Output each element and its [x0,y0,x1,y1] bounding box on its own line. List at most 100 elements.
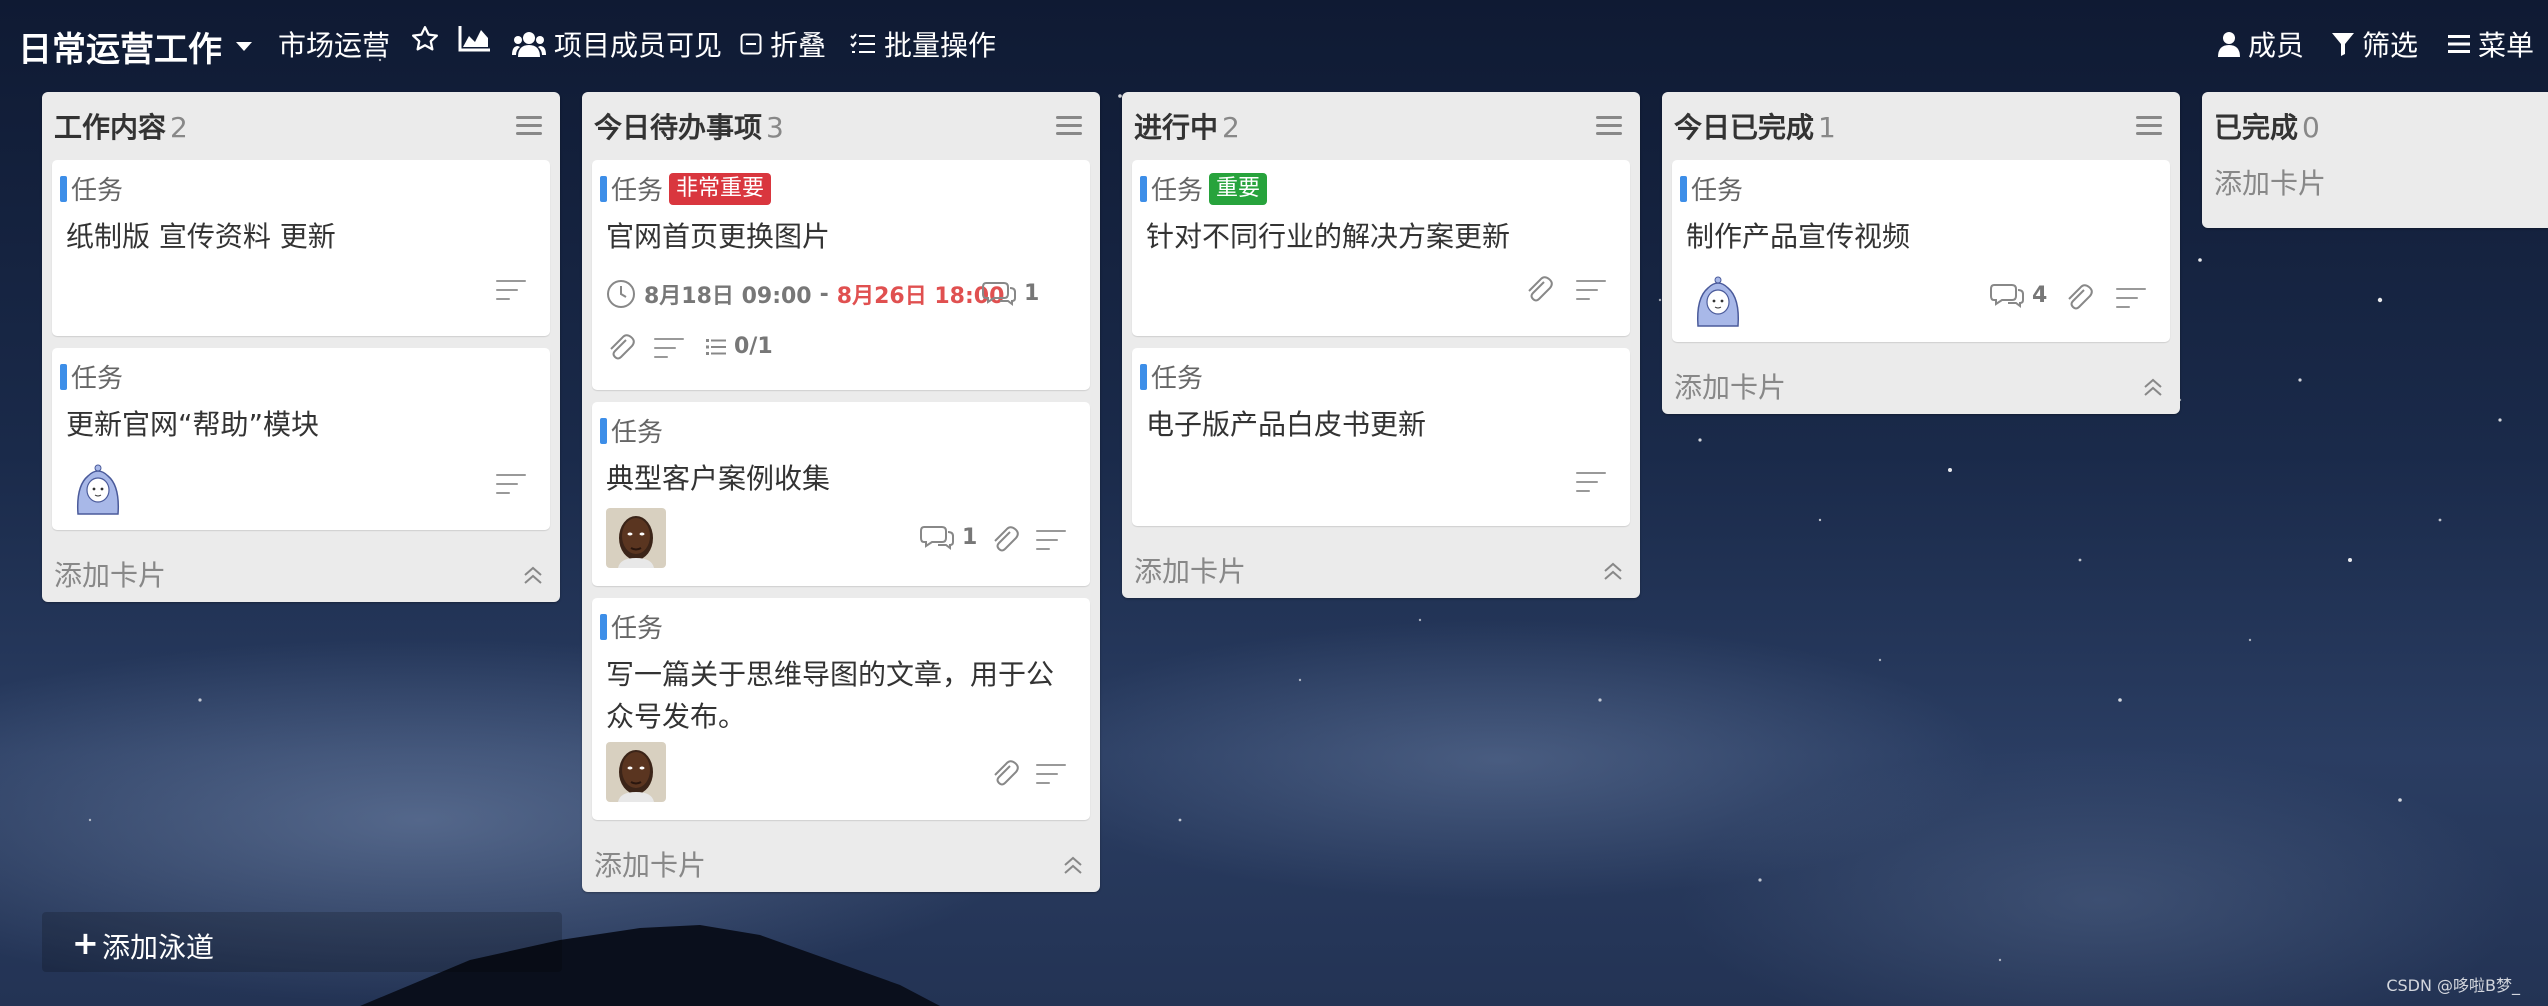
add-card[interactable]: 添加卡片 [1662,354,2180,414]
card-type: 任务 [1680,170,1743,207]
list-menu-icon[interactable] [1056,116,1082,136]
visibility-button[interactable]: 项目成员可见 [512,24,722,64]
task-card[interactable]: 任务 纸制版 宣传资料 更新 [52,160,550,336]
task-card[interactable]: 任务 重要 针对不同行业的解决方案更新 [1132,160,1630,336]
card-type-label: 任务 [71,364,124,394]
project-name[interactable]: 市场运营 [278,24,390,64]
card-title: 更新官网“帮助”模块 [66,408,320,441]
task-card[interactable]: 任务 电子版产品白皮书更新 [1132,348,1630,526]
clock-icon [607,280,635,308]
task-type-marker [1140,175,1147,202]
task-card[interactable]: 任务 写一篇关于思维导图的文章，用于公众号发布。 [592,598,1090,820]
comment-count-value: 1 [1024,280,1040,306]
collapse-up-icon[interactable] [2142,376,2164,398]
card-type-label: 任务 [1151,364,1204,394]
add-card-label: 添加卡片 [1134,555,1247,588]
card-type-label: 任务 [611,614,664,644]
add-card[interactable]: 添加卡片 [42,542,560,602]
description-icon [496,280,526,302]
list-completed-today: 今日已完成 1 任务 制作产品宣传视频 4 添加卡片 [1662,92,2180,414]
star-icon[interactable] [410,24,440,54]
avatar[interactable] [606,508,666,568]
card-title: 针对不同行业的解决方案更新 [1146,220,1511,253]
add-swimlane-button[interactable]: + 添加泳道 [42,912,562,972]
task-type-marker [600,613,607,640]
card-type-label: 任务 [1151,176,1204,206]
collapse-up-icon[interactable] [522,564,544,586]
checklist-badge: 0/1 [706,334,773,359]
list-count: 2 [170,111,188,144]
funnel-icon [2332,33,2354,56]
filter-button[interactable]: 筛选 [2332,24,2418,64]
description-icon [496,474,526,496]
list-menu-icon[interactable] [2136,116,2162,136]
collapse-up-icon[interactable] [1602,560,1624,582]
board-header: 日常运营工作 市场运营 项目成员可见 折叠 批量操作 成员 筛选 菜单 [0,0,2548,92]
card-title: 制作产品宣传视频 [1686,220,1911,253]
add-card-label: 添加卡片 [54,559,167,592]
comment-count-value: 1 [962,524,978,550]
list-title-text: 进行中 [1134,111,1219,144]
task-type-marker [600,175,607,202]
checklist-progress: 0/1 [734,334,773,359]
paperclip-icon [610,334,635,360]
list-title[interactable]: 今日待办事项 3 [594,106,784,146]
task-card[interactable]: 任务 制作产品宣传视频 4 [1672,160,2170,342]
card-title: 电子版产品白皮书更新 [1146,408,1427,441]
description-icon [1036,764,1066,786]
project-name-label: 市场运营 [278,29,391,62]
card-title: 典型客户案例收集 [606,462,831,495]
list-title[interactable]: 今日已完成 1 [1674,106,1836,146]
task-card[interactable]: 任务 非常重要 官网首页更换图片 8月18日 09:00 - 8月26日 18:0… [592,160,1090,390]
list-title[interactable]: 已完成 0 [2214,106,2320,146]
paperclip-icon [994,760,1019,786]
checklist-icon [706,338,726,355]
board-title-dropdown[interactable]: 日常运营工作 [18,22,252,71]
comment-count-value: 4 [2032,282,2048,308]
task-type-marker [60,363,67,390]
list-menu-icon[interactable] [516,116,542,136]
list-in-progress: 进行中 2 任务 重要 针对不同行业的解决方案更新 任务 电子版产品白皮书更新 添加… [1122,92,1640,598]
list-title[interactable]: 进行中 2 [1134,106,1240,146]
filter-label: 筛选 [2362,29,2419,62]
comment-count: 1 [920,524,977,550]
list-menu-icon[interactable] [1596,116,1622,136]
collapse-button[interactable]: 折叠 [740,24,826,64]
list-header: 今日已完成 1 [1662,92,2180,156]
comments-icon [982,282,1016,306]
description-icon [2116,288,2146,310]
card-type-label: 任务 [1691,176,1744,206]
description-icon [1036,530,1066,552]
menu-button[interactable]: 菜单 [2448,24,2534,64]
add-card-label: 添加卡片 [2214,167,2327,200]
batch-operation-button[interactable]: 批量操作 [850,24,996,64]
list-count: 3 [766,111,784,144]
avatar[interactable] [1688,268,1748,328]
plus-icon: + [72,924,99,962]
members-button[interactable]: 成员 [2218,24,2304,64]
list-title-text: 已完成 [2214,111,2299,144]
task-type-marker [1680,175,1687,202]
chart-icon[interactable] [458,24,492,52]
add-card[interactable]: 添加卡片 [1122,538,1640,598]
add-card[interactable]: 添加卡片 [2202,156,2548,228]
avatar[interactable] [68,456,128,516]
collapse-up-icon[interactable] [1062,854,1084,876]
add-card[interactable]: 添加卡片 [582,832,1100,892]
card-title: 纸制版 宣传资料 更新 [66,220,336,253]
card-type-label: 任务 [71,176,124,206]
paperclip-icon [2068,284,2093,310]
avatar[interactable] [606,742,666,802]
list-title[interactable]: 工作内容 2 [54,106,188,146]
paperclip-icon [1528,276,1553,302]
task-card[interactable]: 任务 更新官网“帮助”模块 [52,348,550,530]
comment-count: 4 [1990,282,2047,308]
list-work-content: 工作内容 2 任务 纸制版 宣传资料 更新 任务 更新官网“帮助”模块 添加卡片 [42,92,560,602]
card-type: 任务 [60,358,123,395]
add-card-label: 添加卡片 [594,849,707,882]
priority-tag: 重要 [1209,172,1268,205]
task-card[interactable]: 任务 典型客户案例收集 1 [592,402,1090,586]
due-date: 8月26日 18:00 [836,284,1005,309]
list-completed: 已完成 0 添加卡片 [2202,92,2548,228]
hamburger-icon [2448,35,2470,53]
